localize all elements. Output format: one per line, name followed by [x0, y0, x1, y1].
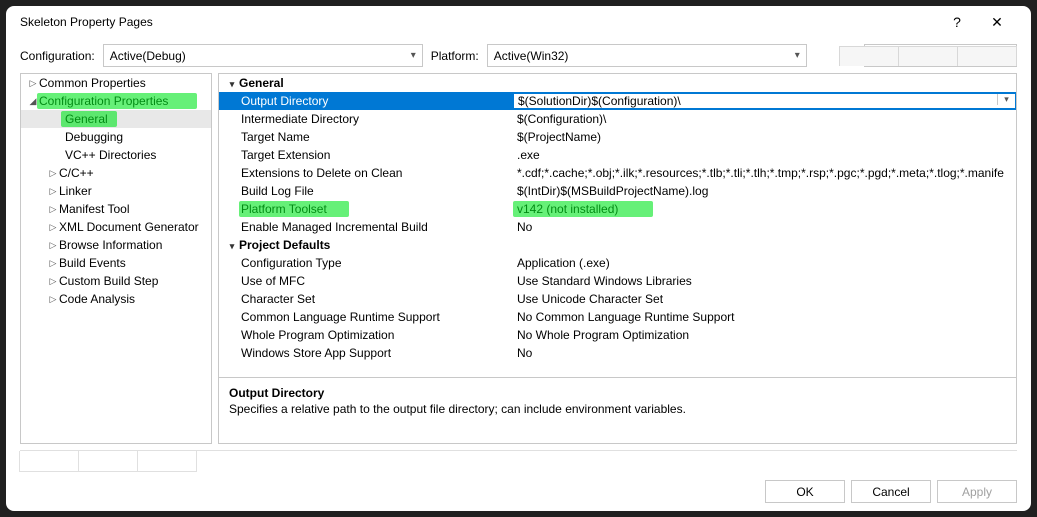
prop-output-directory[interactable]: Output Directory $(SolutionDir)$(Configu… [219, 92, 1016, 110]
property-grid-panel: ▾General Output Directory $(SolutionDir)… [218, 73, 1017, 444]
prop-character-set[interactable]: Character SetUse Unicode Character Set [219, 290, 1016, 308]
tree-general[interactable]: General [21, 110, 211, 128]
prop-platform-toolset[interactable]: Platform Toolsetv142 (not installed) [219, 200, 1016, 218]
description-panel: Output Directory Specifies a relative pa… [219, 377, 1016, 443]
prop-intermediate-directory[interactable]: Intermediate Directory$(Configuration)\ [219, 110, 1016, 128]
platform-value: Active(Win32) [494, 49, 569, 63]
titlebar: Skeleton Property Pages ? ✕ [6, 6, 1031, 38]
tree-linker[interactable]: ▷Linker [21, 182, 211, 200]
prop-winstore-support[interactable]: Windows Store App SupportNo [219, 344, 1016, 362]
tree-custombuild[interactable]: ▷Custom Build Step [21, 272, 211, 290]
tree-debugging[interactable]: Debugging [21, 128, 211, 146]
tab-stubs-bottom [20, 450, 1017, 472]
prop-use-of-mfc[interactable]: Use of MFCUse Standard Windows Libraries [219, 272, 1016, 290]
configuration-label: Configuration: [20, 49, 95, 63]
tree-codeanalysis[interactable]: ▷Code Analysis [21, 290, 211, 308]
configuration-combo[interactable]: Active(Debug) ▾ [103, 44, 423, 67]
close-icon[interactable]: ✕ [977, 14, 1017, 31]
tree-xmldoc[interactable]: ▷XML Document Generator [21, 218, 211, 236]
config-tree[interactable]: ▷Common Properties ◢Configuration Proper… [20, 73, 212, 444]
chevron-down-icon[interactable]: ▾ [997, 94, 1015, 105]
cancel-button[interactable]: Cancel [851, 480, 931, 503]
tree-common-properties[interactable]: ▷Common Properties [21, 74, 211, 92]
platform-label: Platform: [431, 49, 479, 63]
configuration-value: Active(Debug) [110, 49, 186, 63]
prop-clr-support[interactable]: Common Language Runtime SupportNo Common… [219, 308, 1016, 326]
help-icon[interactable]: ? [937, 14, 977, 30]
prop-target-name[interactable]: Target Name$(ProjectName) [219, 128, 1016, 146]
prop-extensions-delete[interactable]: Extensions to Delete on Clean*.cdf;*.cac… [219, 164, 1016, 182]
prop-build-log[interactable]: Build Log File$(IntDir)$(MSBuildProjectN… [219, 182, 1016, 200]
description-title: Output Directory [229, 386, 1006, 400]
platform-combo[interactable]: Active(Win32) ▾ [487, 44, 807, 67]
ok-button[interactable]: OK [765, 480, 845, 503]
tree-ccpp[interactable]: ▷C/C++ [21, 164, 211, 182]
tab-stubs-top [840, 46, 1017, 66]
group-general[interactable]: ▾General [219, 74, 1016, 92]
description-text: Specifies a relative path to the output … [229, 402, 1006, 416]
chevron-down-icon: ▾ [411, 50, 416, 61]
window-title: Skeleton Property Pages [20, 15, 937, 29]
tree-configuration-properties[interactable]: ◢Configuration Properties [21, 92, 211, 110]
group-project-defaults[interactable]: ▾Project Defaults [219, 236, 1016, 254]
prop-target-extension[interactable]: Target Extension.exe [219, 146, 1016, 164]
chevron-down-icon: ▾ [795, 50, 800, 61]
tree-vcdirs[interactable]: VC++ Directories [21, 146, 211, 164]
tree-manifest[interactable]: ▷Manifest Tool [21, 200, 211, 218]
apply-button: Apply [937, 480, 1017, 503]
tree-browse[interactable]: ▷Browse Information [21, 236, 211, 254]
tree-buildevents[interactable]: ▷Build Events [21, 254, 211, 272]
prop-managed-incremental[interactable]: Enable Managed Incremental BuildNo [219, 218, 1016, 236]
dialog-footer: OK Cancel Apply [6, 472, 1031, 511]
property-grid[interactable]: ▾General Output Directory $(SolutionDir)… [219, 74, 1016, 377]
prop-whole-program-opt[interactable]: Whole Program OptimizationNo Whole Progr… [219, 326, 1016, 344]
property-pages-dialog: Skeleton Property Pages ? ✕ Configuratio… [6, 6, 1031, 511]
prop-configuration-type[interactable]: Configuration TypeApplication (.exe) [219, 254, 1016, 272]
